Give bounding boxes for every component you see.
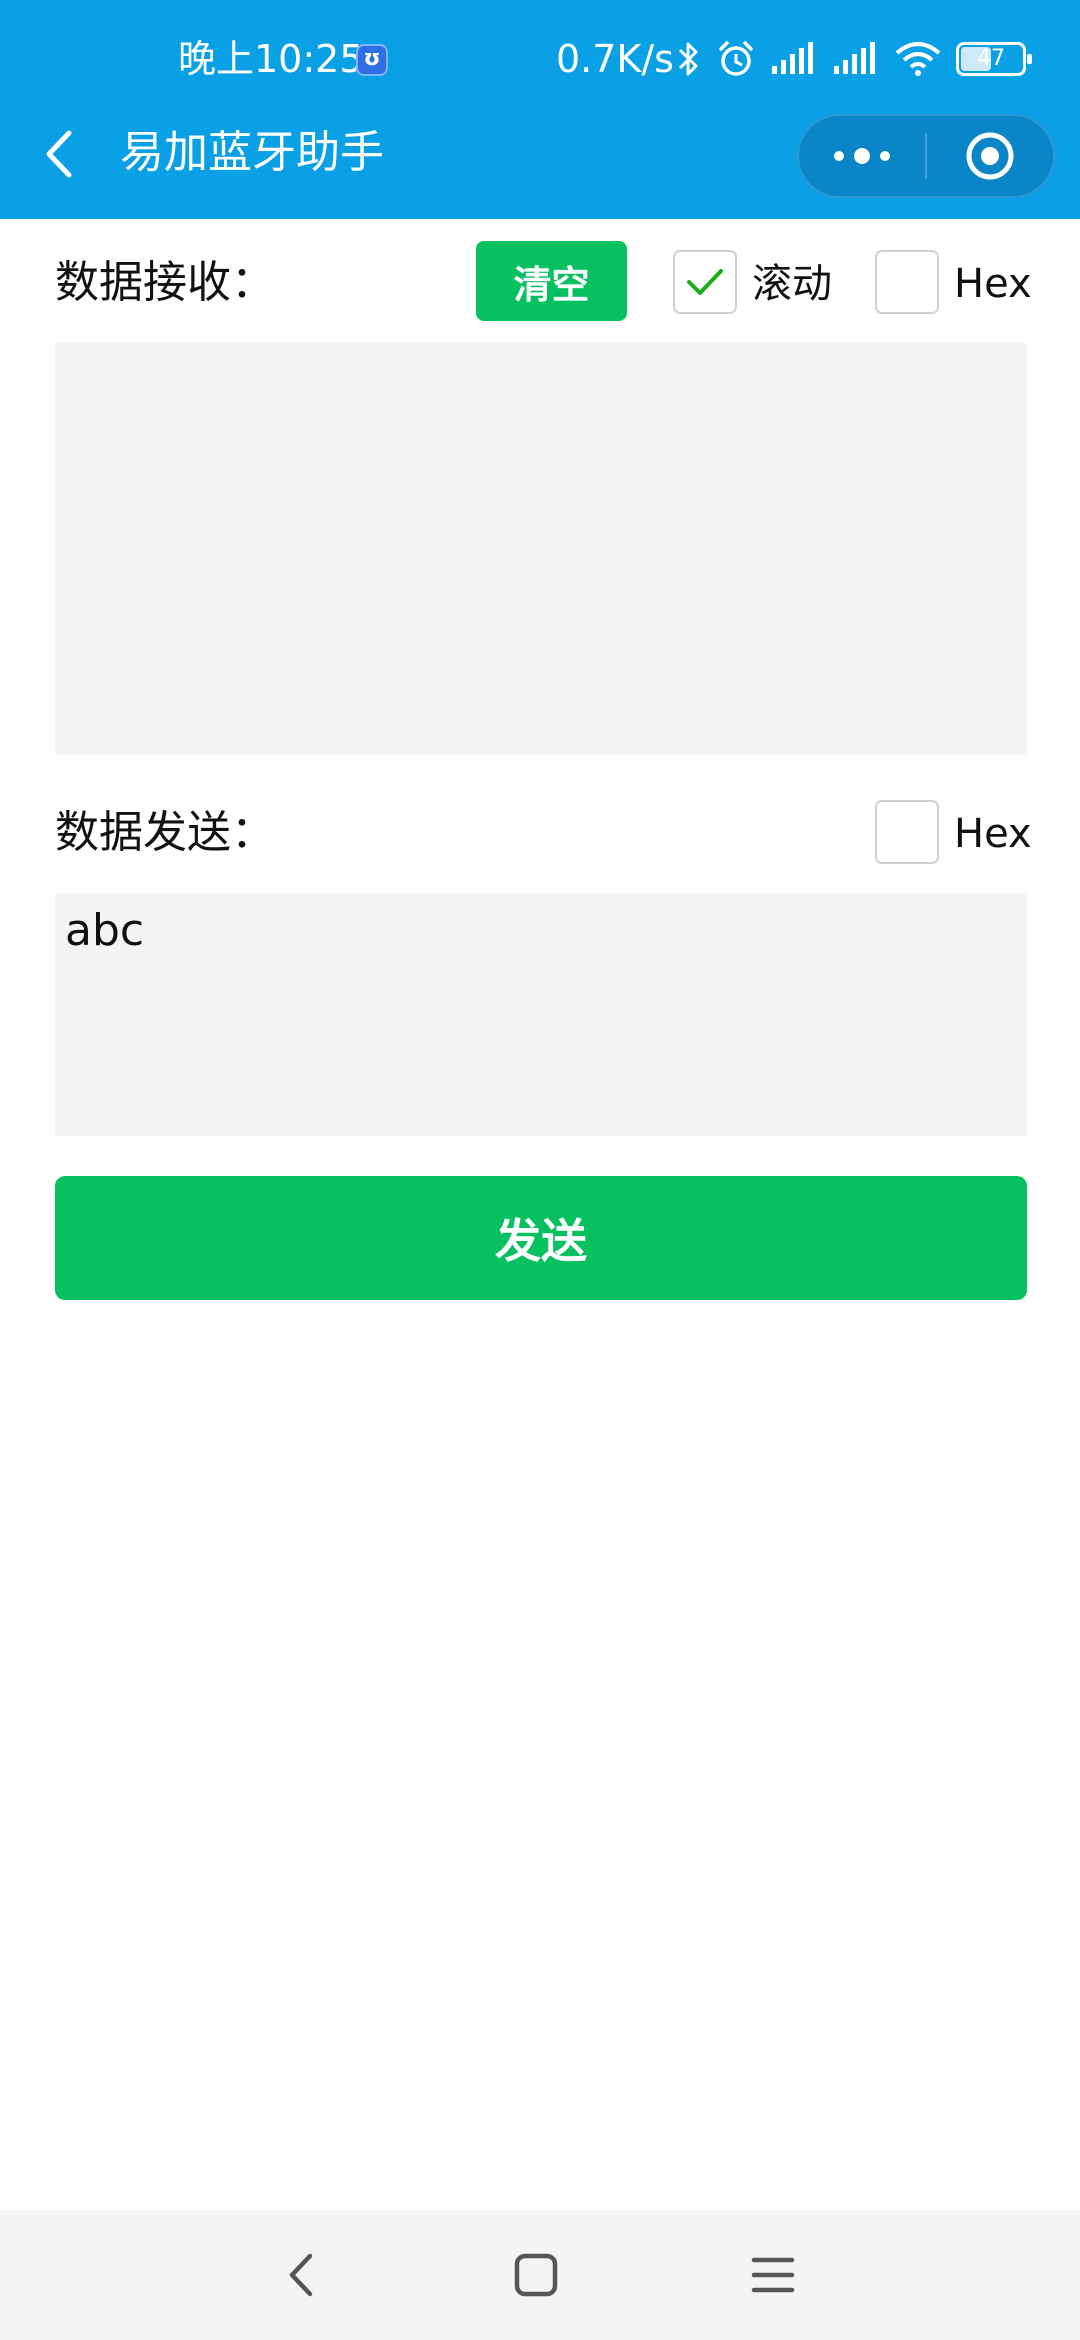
receive-label: 数据接收：: [55, 257, 275, 308]
scroll-checkbox[interactable]: [673, 250, 737, 314]
page-title: 易加蓝牙助手: [120, 127, 384, 178]
scroll-label: 滚动: [752, 261, 832, 307]
battery-icon: 47: [956, 42, 1032, 76]
more-dot-icon: [880, 151, 890, 161]
more-dot-icon: [854, 148, 870, 164]
close-miniprogram-button[interactable]: [927, 114, 1053, 198]
network-speed: 0.7K/s: [556, 37, 674, 81]
back-button[interactable]: [30, 120, 86, 188]
wifi-icon: [895, 42, 941, 76]
receive-textarea[interactable]: [55, 343, 1027, 755]
send-hex-checkbox[interactable]: [875, 800, 939, 864]
status-icons: 47: [676, 36, 1032, 82]
more-dot-icon: [834, 151, 844, 161]
nav-home-button[interactable]: [501, 2245, 571, 2305]
battery-level: 47: [977, 46, 1005, 71]
target-close-icon: [966, 132, 1014, 180]
notification-app-icon: ʊ: [356, 44, 388, 76]
send-hex-label: Hex: [954, 811, 1032, 857]
nav-menu-icon: [751, 2257, 795, 2293]
receive-hex-label: Hex: [954, 261, 1032, 307]
clear-button[interactable]: 清空: [476, 241, 627, 321]
send-button[interactable]: 发送: [55, 1176, 1027, 1300]
status-time: 晚上10:25: [178, 37, 364, 81]
send-label: 数据发送：: [55, 807, 275, 858]
bluetooth-icon: [678, 42, 698, 76]
send-textarea[interactable]: abc: [55, 893, 1027, 1136]
nav-menu-button[interactable]: [738, 2245, 808, 2305]
app-header: 晚上10:25 ʊ 0.7K/s 47 易加蓝牙助手: [0, 0, 1080, 219]
receive-hex-checkbox[interactable]: [875, 250, 939, 314]
signal-icon: [772, 42, 813, 74]
alarm-icon: [719, 41, 753, 76]
chevron-left-icon: [46, 130, 72, 178]
nav-back-button[interactable]: [266, 2245, 336, 2305]
mini-program-capsule: [797, 114, 1055, 198]
signal-icon: [834, 42, 875, 74]
nav-back-icon: [289, 2253, 313, 2297]
more-button[interactable]: [799, 114, 925, 198]
system-navigation-bar: [0, 2210, 1080, 2340]
check-icon: [687, 269, 723, 295]
nav-home-icon: [514, 2253, 558, 2297]
